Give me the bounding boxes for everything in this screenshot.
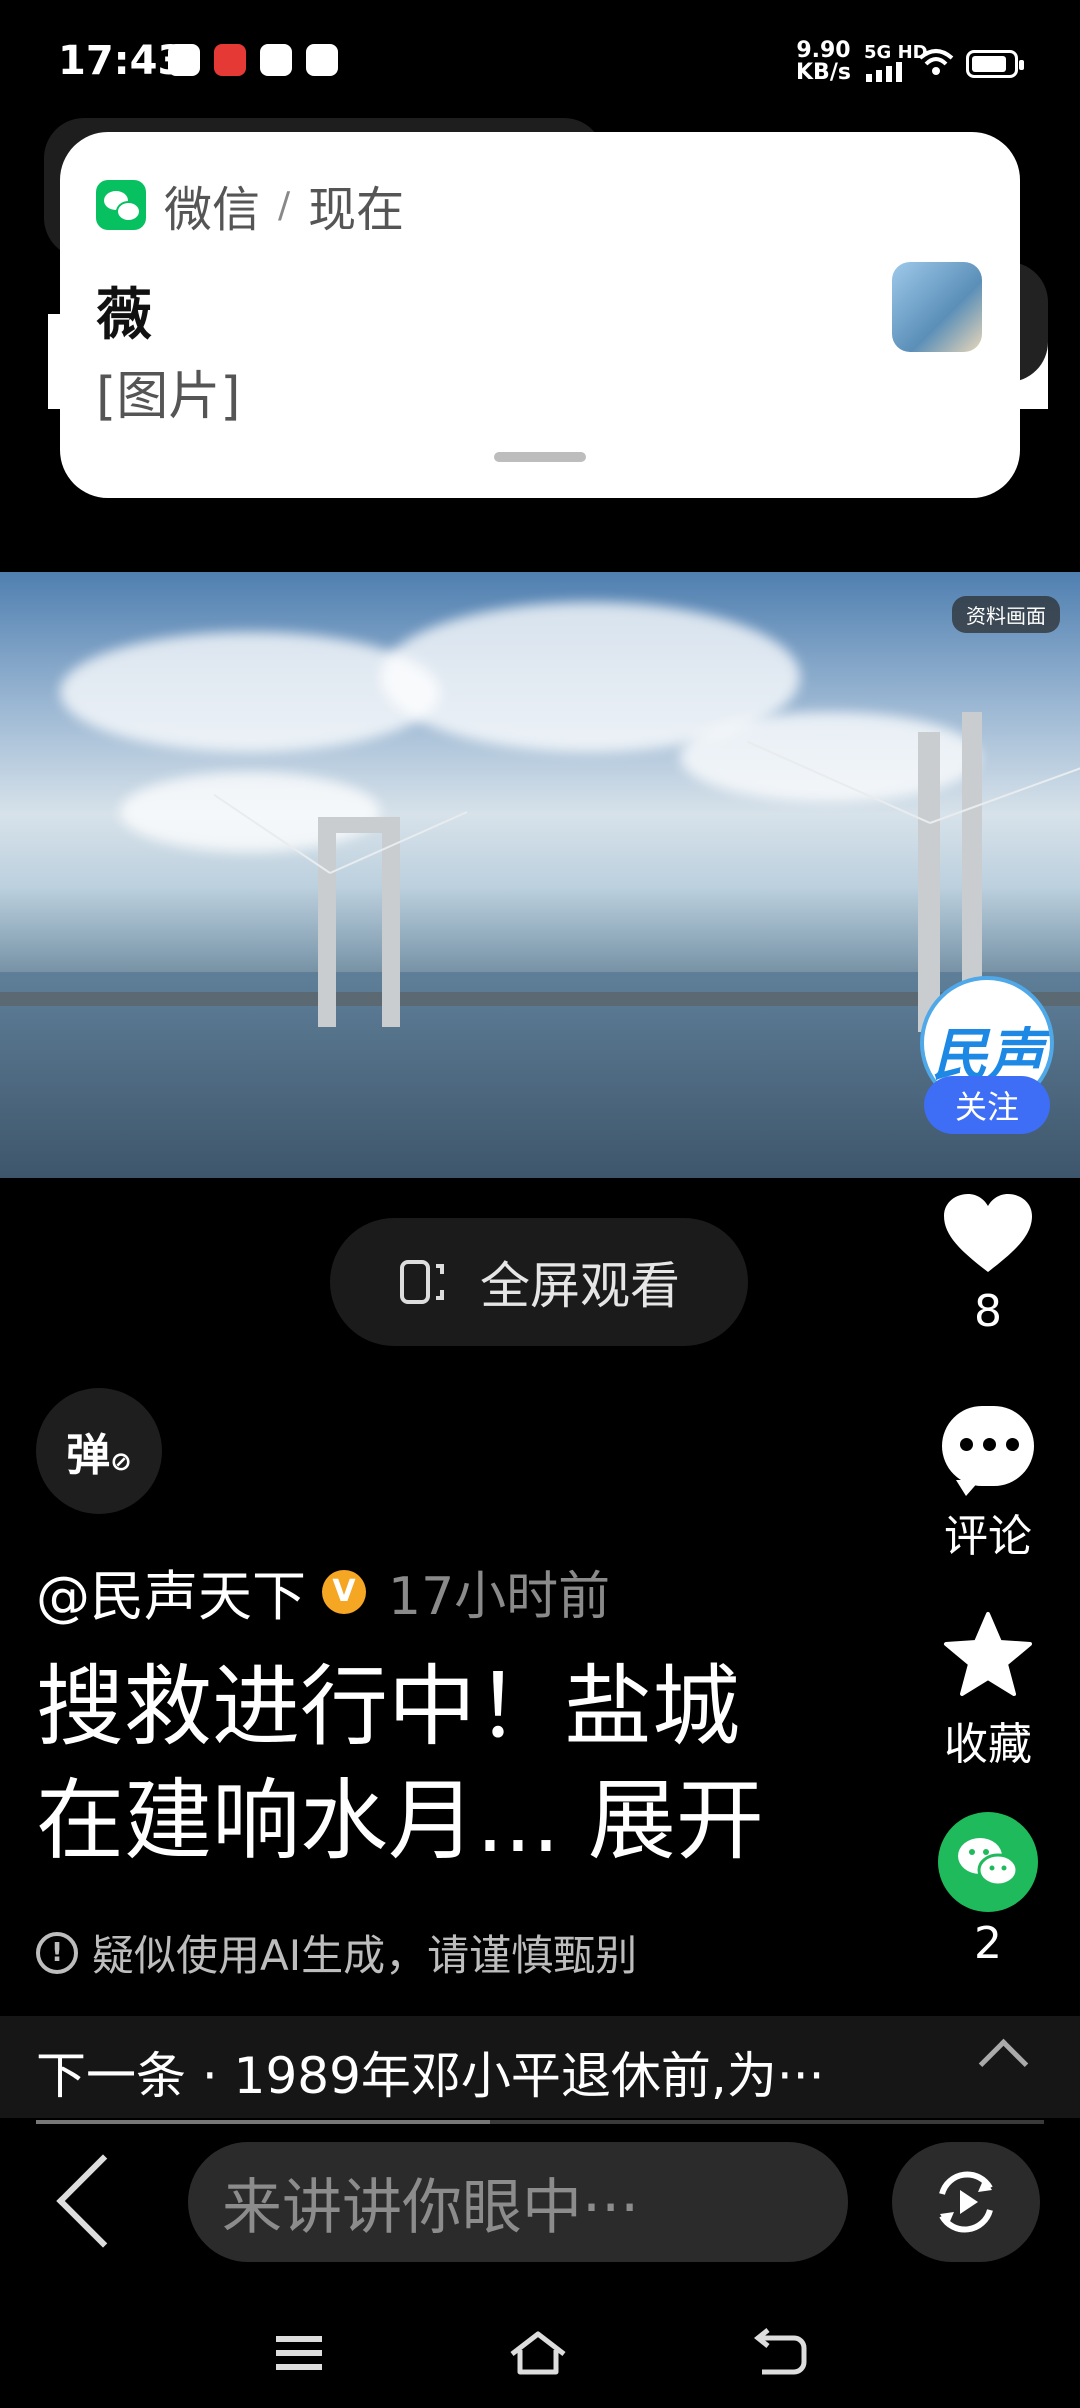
notification-drag-handle[interactable] — [494, 452, 586, 462]
heart-icon — [944, 1194, 1032, 1272]
video-tag: 资料画面 — [952, 596, 1060, 633]
sender-avatar — [892, 262, 982, 352]
wechat-status-icon — [168, 44, 200, 76]
bridge-pylon-beam — [318, 817, 400, 833]
post-title[interactable]: 搜救进行中！盐城 在建响水月... 展开 — [36, 1650, 896, 1878]
comment-icon — [942, 1406, 1034, 1496]
wechat-icon — [96, 180, 146, 230]
ai-warning-text: 疑似使用AI生成，请谨慎甄别 — [92, 1931, 638, 1980]
danmaku-toggle[interactable]: 弹 ⊘ — [36, 1388, 162, 1514]
bridge-pylon — [318, 817, 336, 1027]
author-row: @民声天下 V 17小时前 — [36, 1552, 610, 1631]
share-count: 2 — [974, 1918, 1002, 1969]
menu-icon[interactable] — [270, 2328, 330, 2378]
danmaku-off-icon: ⊘ — [110, 1447, 132, 1477]
danmaku-label: 弹 — [66, 1430, 111, 1481]
link-status-icon — [260, 44, 292, 76]
wechat-notification[interactable]: 微信 / 现在 薇 [图片] — [60, 132, 1020, 498]
message-status-icon — [306, 44, 338, 76]
post-time: 17小时前 — [388, 1567, 611, 1627]
like-button[interactable]: 8 — [920, 1192, 1056, 1337]
replay-icon — [939, 2171, 993, 2233]
battery-icon — [966, 50, 1024, 78]
author-name[interactable]: @民声天下 — [36, 1552, 306, 1631]
notification-sender: 薇 — [96, 283, 152, 348]
fullscreen-button[interactable]: 全屏观看 — [330, 1218, 748, 1346]
back-icon[interactable] — [750, 2328, 810, 2378]
video-player[interactable]: 资料画面 — [0, 572, 1080, 1178]
app-status-icon — [214, 44, 246, 76]
star-icon — [944, 1612, 1032, 1696]
chevron-up-icon[interactable] — [978, 2038, 1029, 2089]
notification-time: 现在 — [308, 182, 405, 238]
status-notification-icons — [168, 44, 338, 76]
notification-message: [图片] — [96, 367, 241, 427]
like-count: 8 — [974, 1286, 1002, 1337]
bridge-pylon — [918, 732, 940, 1032]
warning-icon: ! — [36, 1931, 78, 1974]
comment-button[interactable]: 评论 — [920, 1406, 1056, 1564]
ai-warning: ! 疑似使用AI生成，请谨慎甄别 — [36, 1922, 637, 1983]
back-arrow-icon[interactable] — [56, 2154, 150, 2248]
next-video-bar[interactable]: 下一条 · 1989年邓小平退休前,为··· — [0, 2016, 1080, 2118]
wifi-icon — [918, 49, 954, 75]
post-title-line2: 在建响水月... 展开 — [36, 1769, 764, 1872]
next-video-title: 下一条 · 1989年邓小平退休前,为··· — [36, 2047, 825, 2105]
verified-badge-icon: V — [322, 1569, 366, 1614]
fullscreen-icon — [400, 1260, 444, 1304]
share-wechat-button[interactable]: 2 — [920, 1812, 1056, 1969]
home-icon[interactable] — [508, 2328, 568, 2378]
net-speed-value: 9.90 — [796, 38, 851, 63]
cloud — [60, 632, 440, 752]
comment-label: 评论 — [944, 1511, 1032, 1562]
video-progress-fill — [36, 2120, 490, 2124]
notification-header: 微信 / 现在 — [96, 170, 404, 240]
wechat-share-icon — [938, 1812, 1038, 1912]
status-time: 17:43 — [58, 38, 186, 84]
notification-app-name: 微信 — [164, 182, 261, 238]
comment-input[interactable]: 来讲讲你眼中··· — [188, 2142, 848, 2262]
favorite-label: 收藏 — [944, 1719, 1032, 1770]
signal-icon — [866, 62, 902, 82]
post-title-line1: 搜救进行中！盐城 — [36, 1655, 741, 1758]
fullscreen-label: 全屏观看 — [480, 1257, 680, 1315]
replay-button[interactable] — [892, 2142, 1040, 2262]
status-bar: 17:43 9.90 KB/s 5G HD — [0, 0, 1080, 120]
net-speed: 9.90 KB/s — [796, 40, 851, 84]
net-speed-unit: KB/s — [796, 60, 851, 85]
video-progress-bar[interactable] — [36, 2120, 1044, 2124]
favorite-button[interactable]: 收藏 — [920, 1610, 1056, 1772]
follow-button[interactable]: 关注 — [924, 1076, 1050, 1134]
system-nav-bar — [0, 2300, 1080, 2408]
cloud — [120, 772, 380, 852]
notification-separator: / — [278, 184, 291, 226]
